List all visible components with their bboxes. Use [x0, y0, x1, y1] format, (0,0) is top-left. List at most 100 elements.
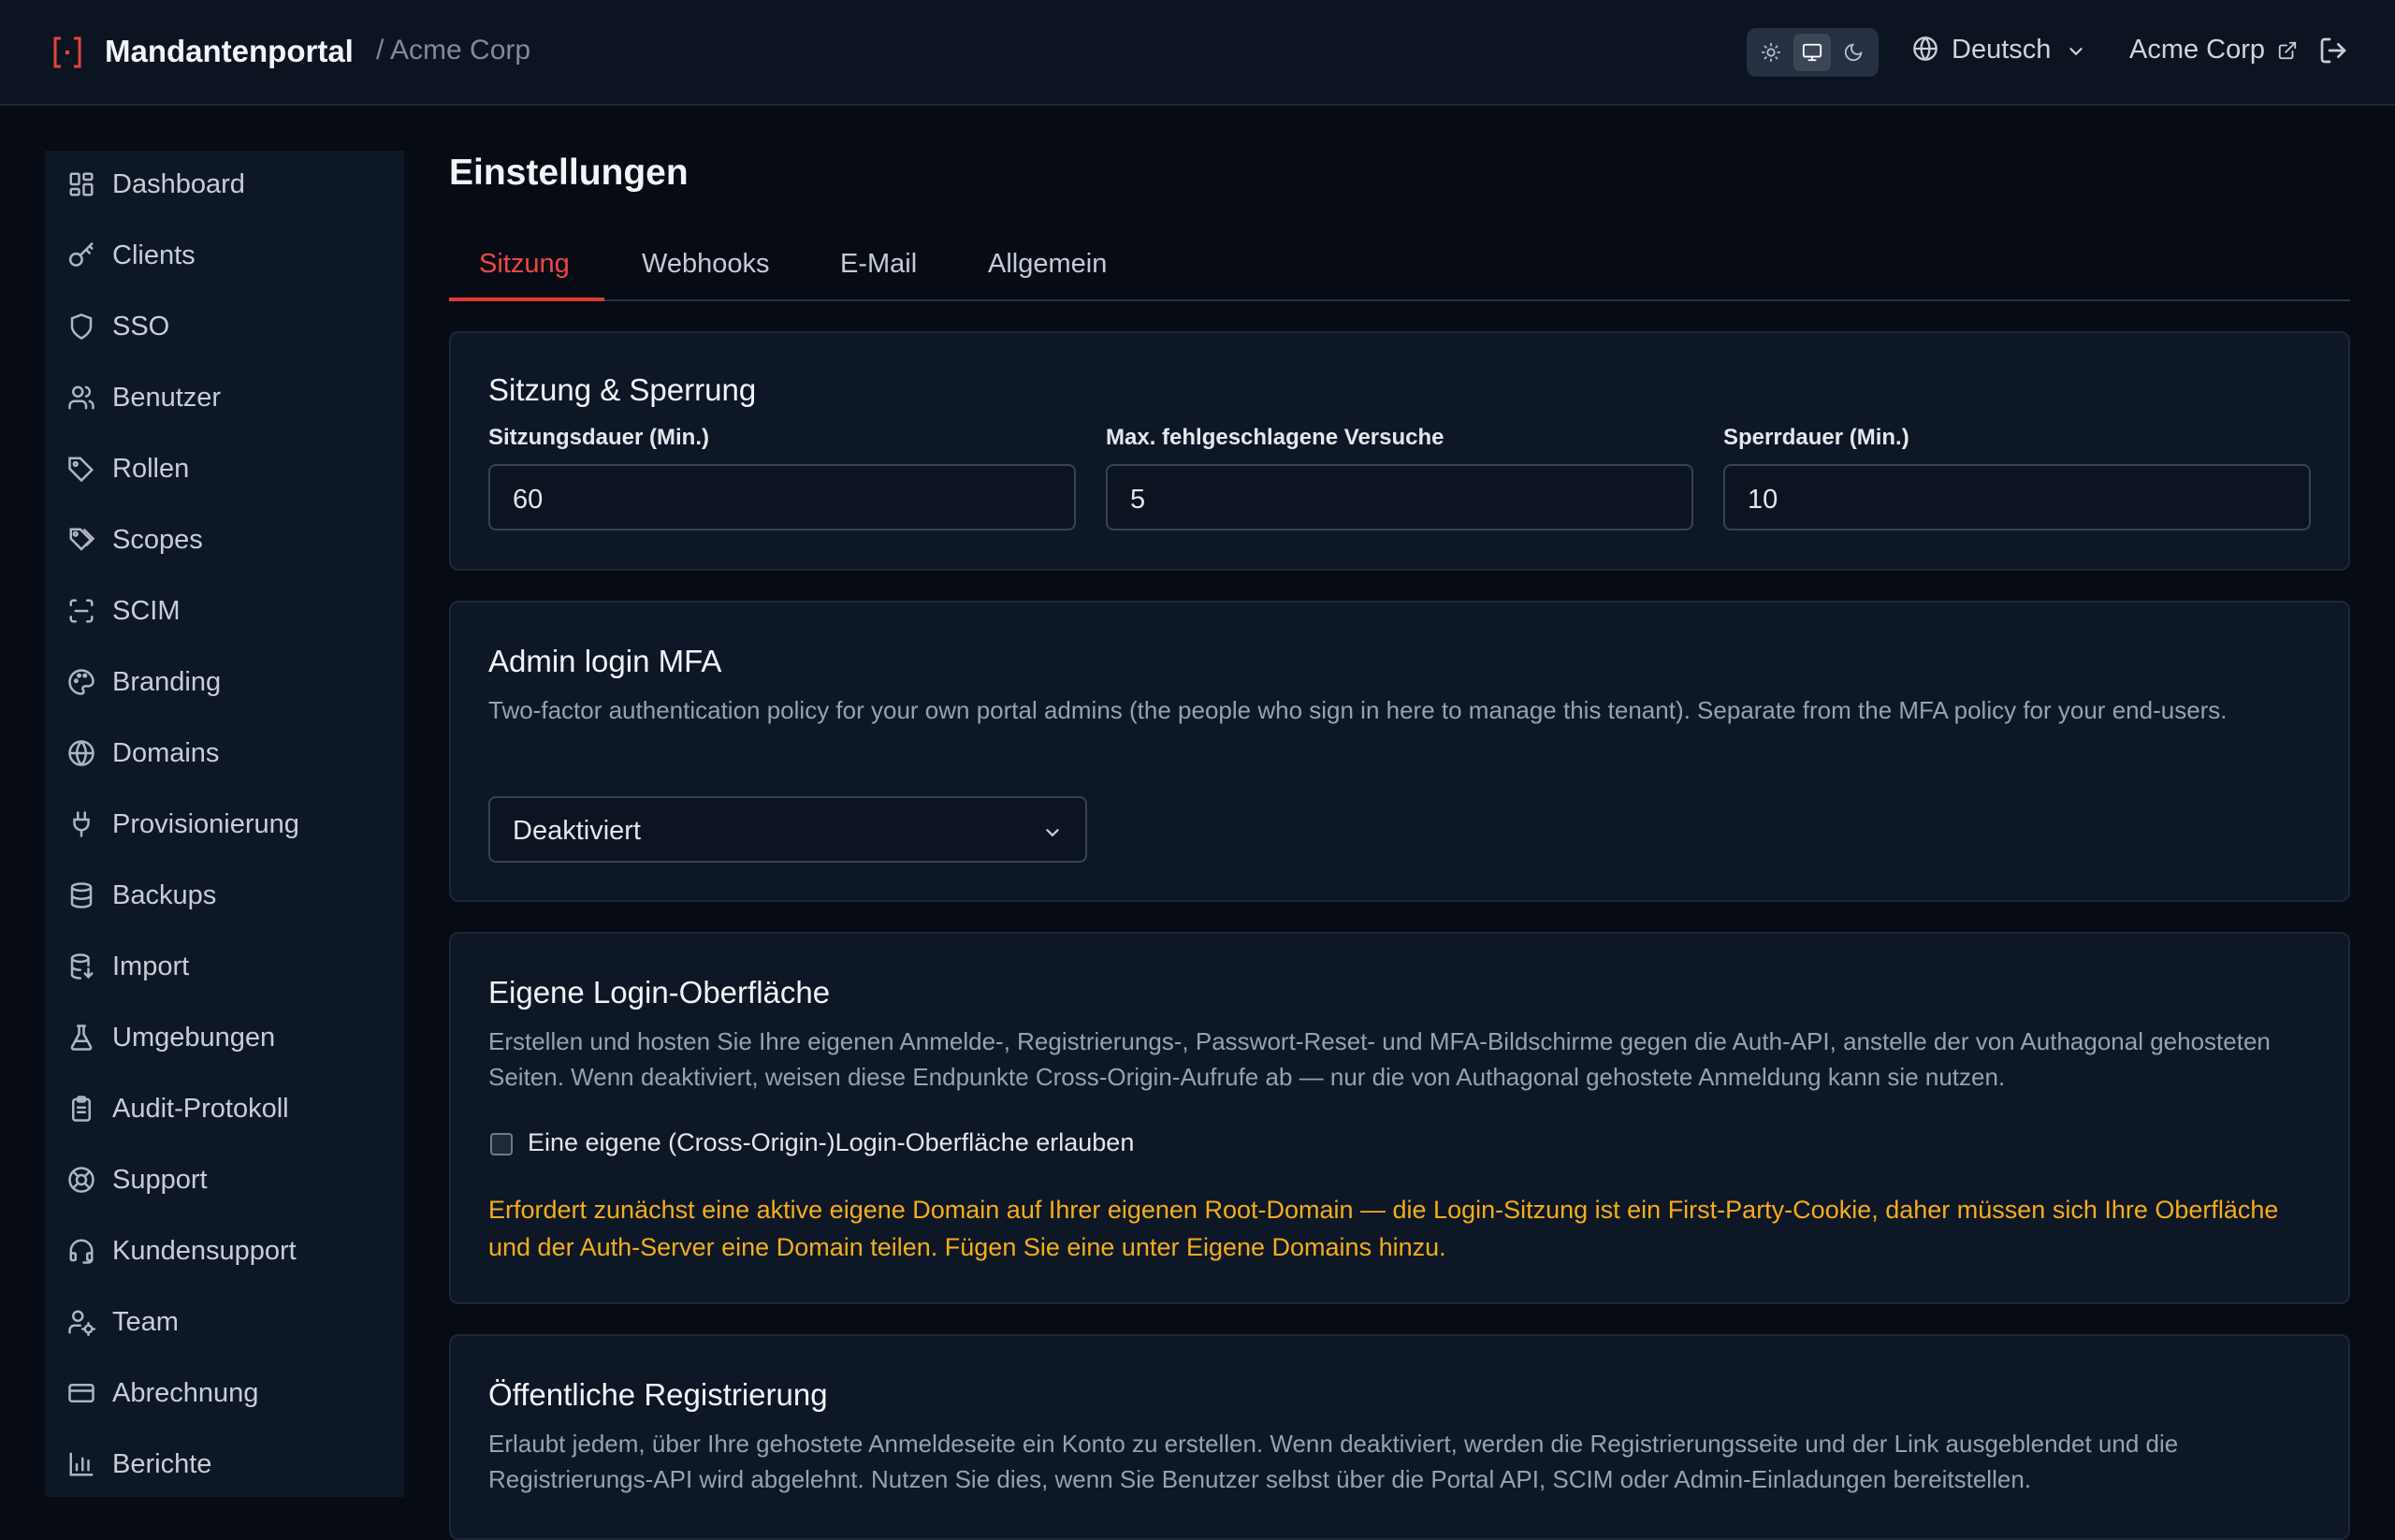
language-label: Deutsch [1952, 35, 2052, 65]
shield-icon [67, 312, 95, 341]
globe-icon [67, 739, 95, 767]
card-title: Admin login MFA [488, 644, 722, 678]
sidebar-item-label: Domains [112, 738, 220, 768]
session-lockout-card: Sitzung & Sperrung Sitzungsdauer (Min.) … [449, 331, 2350, 571]
tab-e-mail[interactable]: E-Mail [840, 249, 917, 299]
sidebar-item-umgebungen[interactable]: Umgebungen [45, 1010, 404, 1066]
tags-icon [67, 526, 95, 554]
card-title: Eigene Login-Oberfläche [488, 975, 831, 1010]
sidebar-item-benutzer[interactable]: Benutzer [45, 370, 404, 426]
breadcrumb[interactable]: / Acme Corp [376, 35, 530, 66]
settings-tabs: Sitzung Webhooks E-Mail Allgemein [449, 230, 2350, 301]
sidebar-item-label: Team [112, 1307, 179, 1337]
tag-icon [67, 455, 95, 483]
active-tab-indicator [449, 298, 604, 301]
headset-icon [67, 1237, 95, 1265]
lockout-duration-input[interactable]: 10 [1723, 464, 2311, 530]
sidebar-item-label: Berichte [112, 1449, 212, 1479]
sidebar-item-abrechnung[interactable]: Abrechnung [45, 1365, 404, 1421]
globe-icon [1912, 36, 1938, 62]
session-duration-label: Sitzungsdauer (Min.) [488, 425, 709, 450]
sidebar-item-label: SCIM [112, 596, 181, 626]
database-import-icon [67, 952, 95, 981]
top-bar: Mandantenportal / Acme Corp Deutsch Acme… [0, 0, 2395, 106]
sidebar-item-label: Branding [112, 667, 222, 697]
theme-switcher [1747, 28, 1879, 77]
users-icon [67, 384, 95, 412]
sidebar-item-sso[interactable]: SSO [45, 298, 404, 355]
sidebar-item-label: Support [112, 1165, 208, 1195]
sidebar-item-clients[interactable]: Clients [45, 227, 404, 283]
brand-bracket-icon [52, 36, 82, 69]
dashboard-icon [67, 170, 95, 198]
card-title: Öffentliche Registrierung [488, 1377, 828, 1412]
max-failed-attempts-input[interactable]: 5 [1106, 464, 1693, 530]
sidebar-item-label: Scopes [112, 525, 203, 555]
tab-allgemein[interactable]: Allgemein [988, 249, 1107, 299]
custom-login-checkbox[interactable] [490, 1133, 513, 1155]
sidebar-item-label: Audit-Protokoll [112, 1094, 289, 1124]
sidebar-item-import[interactable]: Import [45, 938, 404, 995]
light-theme-button[interactable] [1752, 34, 1790, 71]
custom-login-card: Eigene Login-Oberfläche Erstellen und ho… [449, 932, 2350, 1304]
card-description: Two-factor authentication policy for you… [488, 696, 2228, 724]
session-duration-input[interactable]: 60 [488, 464, 1076, 530]
sidebar-item-branding[interactable]: Branding [45, 654, 404, 710]
sidebar-item-label: Dashboard [112, 169, 245, 199]
plug-icon [67, 810, 95, 838]
chevron-down-icon [1042, 822, 1063, 843]
sidebar-item-audit-protokoll[interactable]: Audit-Protokoll [45, 1081, 404, 1137]
app-title: Mandantenportal [105, 34, 354, 68]
sidebar-item-team[interactable]: Team [45, 1294, 404, 1350]
sidebar-item-backups[interactable]: Backups [45, 867, 404, 923]
sidebar-item-kundensupport[interactable]: Kundensupport [45, 1223, 404, 1279]
sidebar-item-rollen[interactable]: Rollen [45, 441, 404, 497]
max-failed-attempts-label: Max. fehlgeschlagene Versuche [1106, 425, 1444, 450]
sidebar-item-label: Backups [112, 880, 217, 910]
palette-icon [67, 668, 95, 696]
sidebar-item-label: SSO [112, 312, 170, 341]
sidebar-item-berichte[interactable]: Berichte [45, 1436, 404, 1492]
credit-card-icon [67, 1379, 95, 1407]
bar-chart-icon [67, 1450, 95, 1478]
tenant-link-label: Acme Corp [2129, 35, 2266, 65]
logout-icon[interactable] [2318, 36, 2348, 65]
flask-icon [67, 1024, 95, 1052]
sidebar-item-label: Kundensupport [112, 1236, 297, 1266]
sidebar-item-scim[interactable]: SCIM [45, 583, 404, 639]
card-description: Erlaubt jedem, über Ihre gehostete Anmel… [488, 1430, 2179, 1493]
custom-login-warning: Erfordert zunächst eine aktive eigene Do… [488, 1196, 2279, 1261]
sidebar-item-dashboard[interactable]: Dashboard [45, 156, 404, 212]
chevron-down-icon [2066, 41, 2086, 62]
public-registration-card: Öffentliche Registrierung Erlaubt jedem,… [449, 1334, 2350, 1540]
lockout-duration-label: Sperrdauer (Min.) [1723, 425, 1909, 450]
card-description: Erstellen und hosten Sie Ihre eigenen An… [488, 1027, 2271, 1091]
mfa-policy-select[interactable]: Deaktiviert [488, 796, 1087, 863]
tab-webhooks[interactable]: Webhooks [642, 249, 770, 299]
sidebar-item-scopes[interactable]: Scopes [45, 512, 404, 568]
sidebar: Dashboard Clients SSO Benutzer Rollen Sc… [45, 151, 404, 1497]
sidebar-item-provisionierung[interactable]: Provisionierung [45, 796, 404, 852]
admin-mfa-card: Admin login MFA Two-factor authenticatio… [449, 601, 2350, 902]
sidebar-item-label: Rollen [112, 454, 190, 484]
sidebar-item-label: Import [112, 952, 190, 981]
card-title: Sitzung & Sperrung [488, 372, 757, 407]
sidebar-item-support[interactable]: Support [45, 1152, 404, 1208]
key-icon [67, 241, 95, 269]
sidebar-item-label: Umgebungen [112, 1023, 276, 1053]
sidebar-item-domains[interactable]: Domains [45, 725, 404, 781]
sidebar-item-label: Benutzer [112, 383, 222, 413]
system-theme-button[interactable] [1793, 34, 1831, 71]
database-icon [67, 881, 95, 909]
sidebar-item-label: Abrechnung [112, 1378, 259, 1408]
custom-login-checkbox-label[interactable]: Eine eigene (Cross-Origin-)Login-Oberflä… [528, 1128, 1134, 1157]
lifebuoy-icon [67, 1166, 95, 1194]
tab-sitzung[interactable]: Sitzung [479, 249, 570, 299]
sidebar-item-label: Provisionierung [112, 809, 299, 839]
dark-theme-button[interactable] [1835, 34, 1872, 71]
sidebar-item-label: Clients [112, 240, 196, 270]
user-cog-icon [67, 1308, 95, 1336]
clipboard-icon [67, 1095, 95, 1123]
scan-icon [67, 597, 95, 625]
page-title: Einstellungen [449, 153, 689, 193]
